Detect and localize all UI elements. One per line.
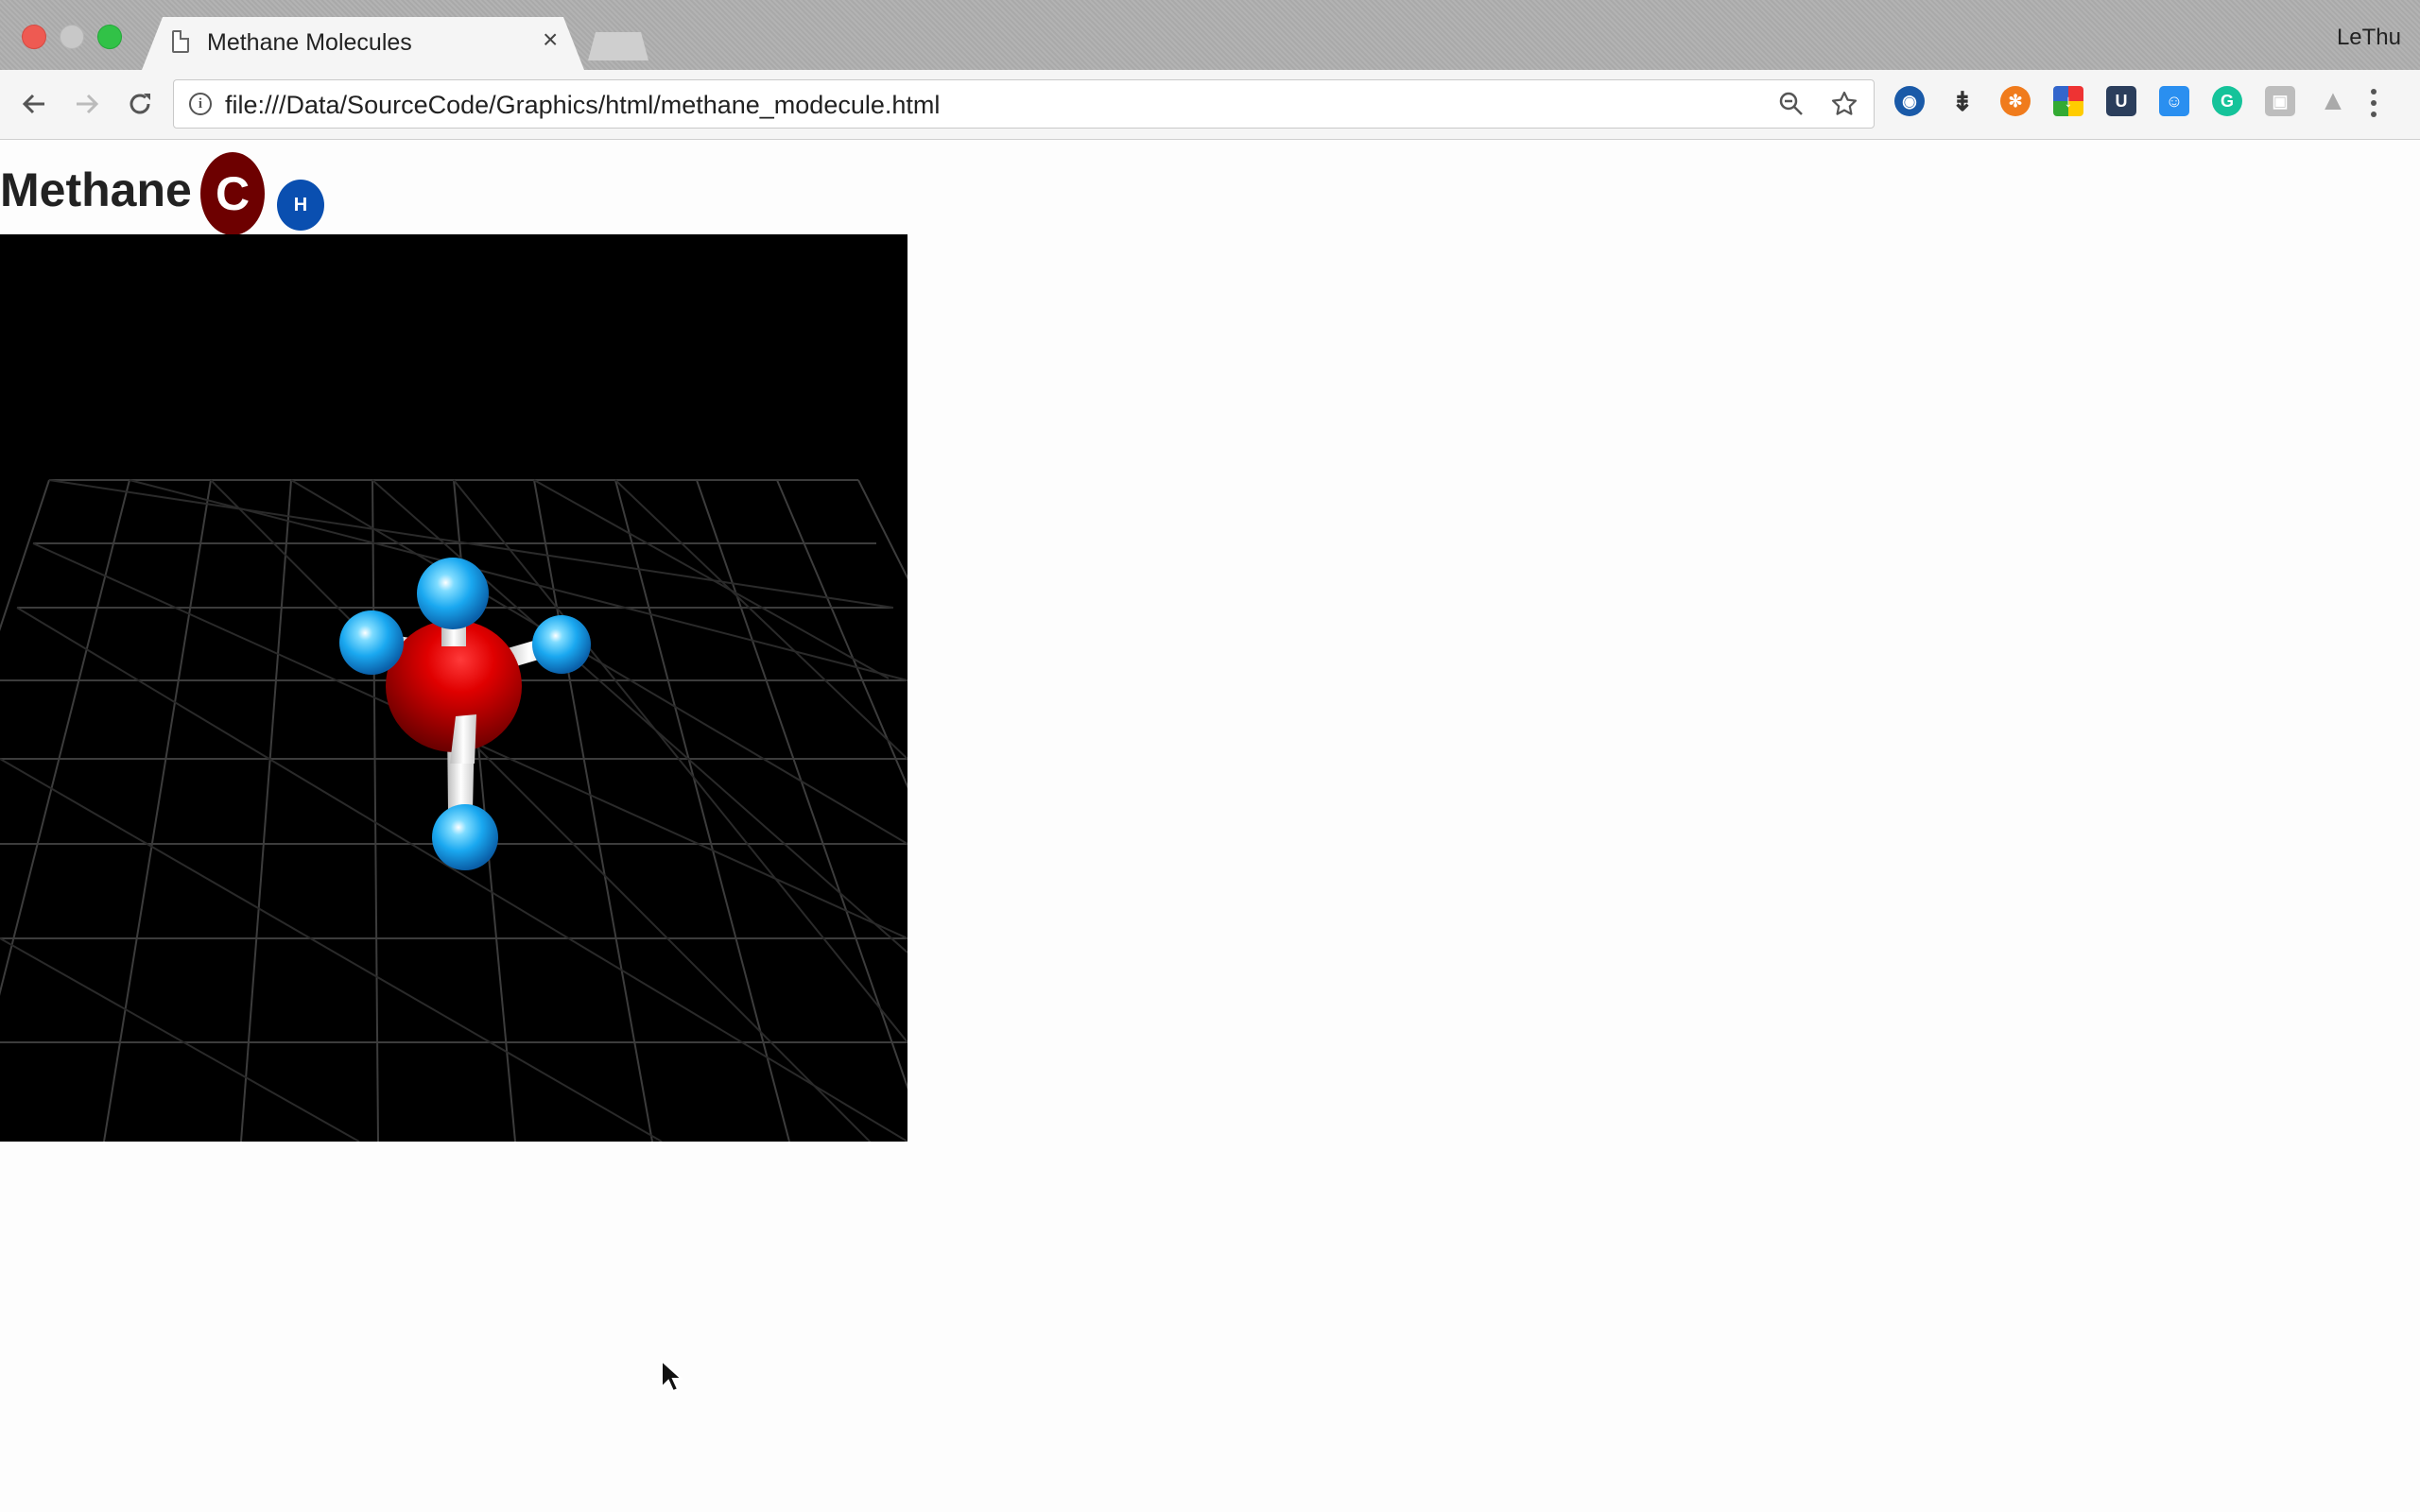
address-bar[interactable]: i file:///Data/SourceCode/Graphics/html/…: [173, 79, 1875, 129]
window-minimize-button[interactable]: [60, 25, 84, 49]
tab-close-icon[interactable]: ×: [543, 26, 558, 53]
3d-viewport[interactable]: [0, 234, 908, 1142]
hydrogen-atom-bottom: [432, 804, 498, 870]
bookmark-star-icon[interactable]: [1830, 90, 1858, 118]
info-icon[interactable]: i: [189, 93, 212, 115]
profile-name[interactable]: LeThu: [2337, 25, 2401, 51]
molecule-scene: [0, 479, 908, 1142]
tab-title: Methane Molecules: [207, 29, 412, 56]
dog-icon[interactable]: ☺: [2159, 86, 2189, 116]
drive-icon[interactable]: ▲: [2318, 85, 2348, 116]
window-titlebar: Methane Molecules × LeThu: [0, 0, 2420, 70]
window-close-button[interactable]: [22, 25, 46, 49]
carbon-badge: C: [200, 152, 265, 235]
reload-icon: [130, 94, 150, 114]
page-icon: [172, 30, 189, 53]
forward-button[interactable]: [68, 85, 106, 123]
hydrogen-atom-right: [532, 615, 591, 674]
browser-toolbar: i file:///Data/SourceCode/Graphics/html/…: [0, 70, 2420, 140]
window-maximize-button[interactable]: [97, 25, 122, 49]
grammarly-icon[interactable]: G: [2212, 86, 2242, 116]
zoom-icon[interactable]: [1777, 90, 1806, 118]
new-tab-button[interactable]: [588, 32, 648, 60]
reload-button[interactable]: [121, 85, 159, 123]
arrow-right-icon: [77, 94, 99, 114]
orange-circle-icon[interactable]: ✻: [2000, 86, 2031, 116]
u-box-icon[interactable]: U: [2106, 86, 2136, 116]
page-title: Methane: [0, 163, 192, 216]
hydrogen-badge: H: [277, 180, 324, 231]
arrow-left-icon: [22, 94, 44, 114]
hydrogen-atom-top: [417, 558, 489, 629]
mouse-cursor-icon: [661, 1359, 683, 1393]
hydrogen-atom-left: [339, 610, 404, 675]
android-icon[interactable]: ▣: [2265, 86, 2295, 116]
back-button[interactable]: [15, 85, 53, 123]
globe-icon[interactable]: ◉: [1894, 86, 1925, 116]
url-text[interactable]: file:///Data/SourceCode/Graphics/html/me…: [225, 91, 940, 120]
menu-dots-icon[interactable]: [2371, 89, 2378, 123]
traffic-light-icon[interactable]: ⇟: [1947, 86, 1978, 116]
colorful-icon[interactable]: ↓: [2053, 86, 2083, 116]
